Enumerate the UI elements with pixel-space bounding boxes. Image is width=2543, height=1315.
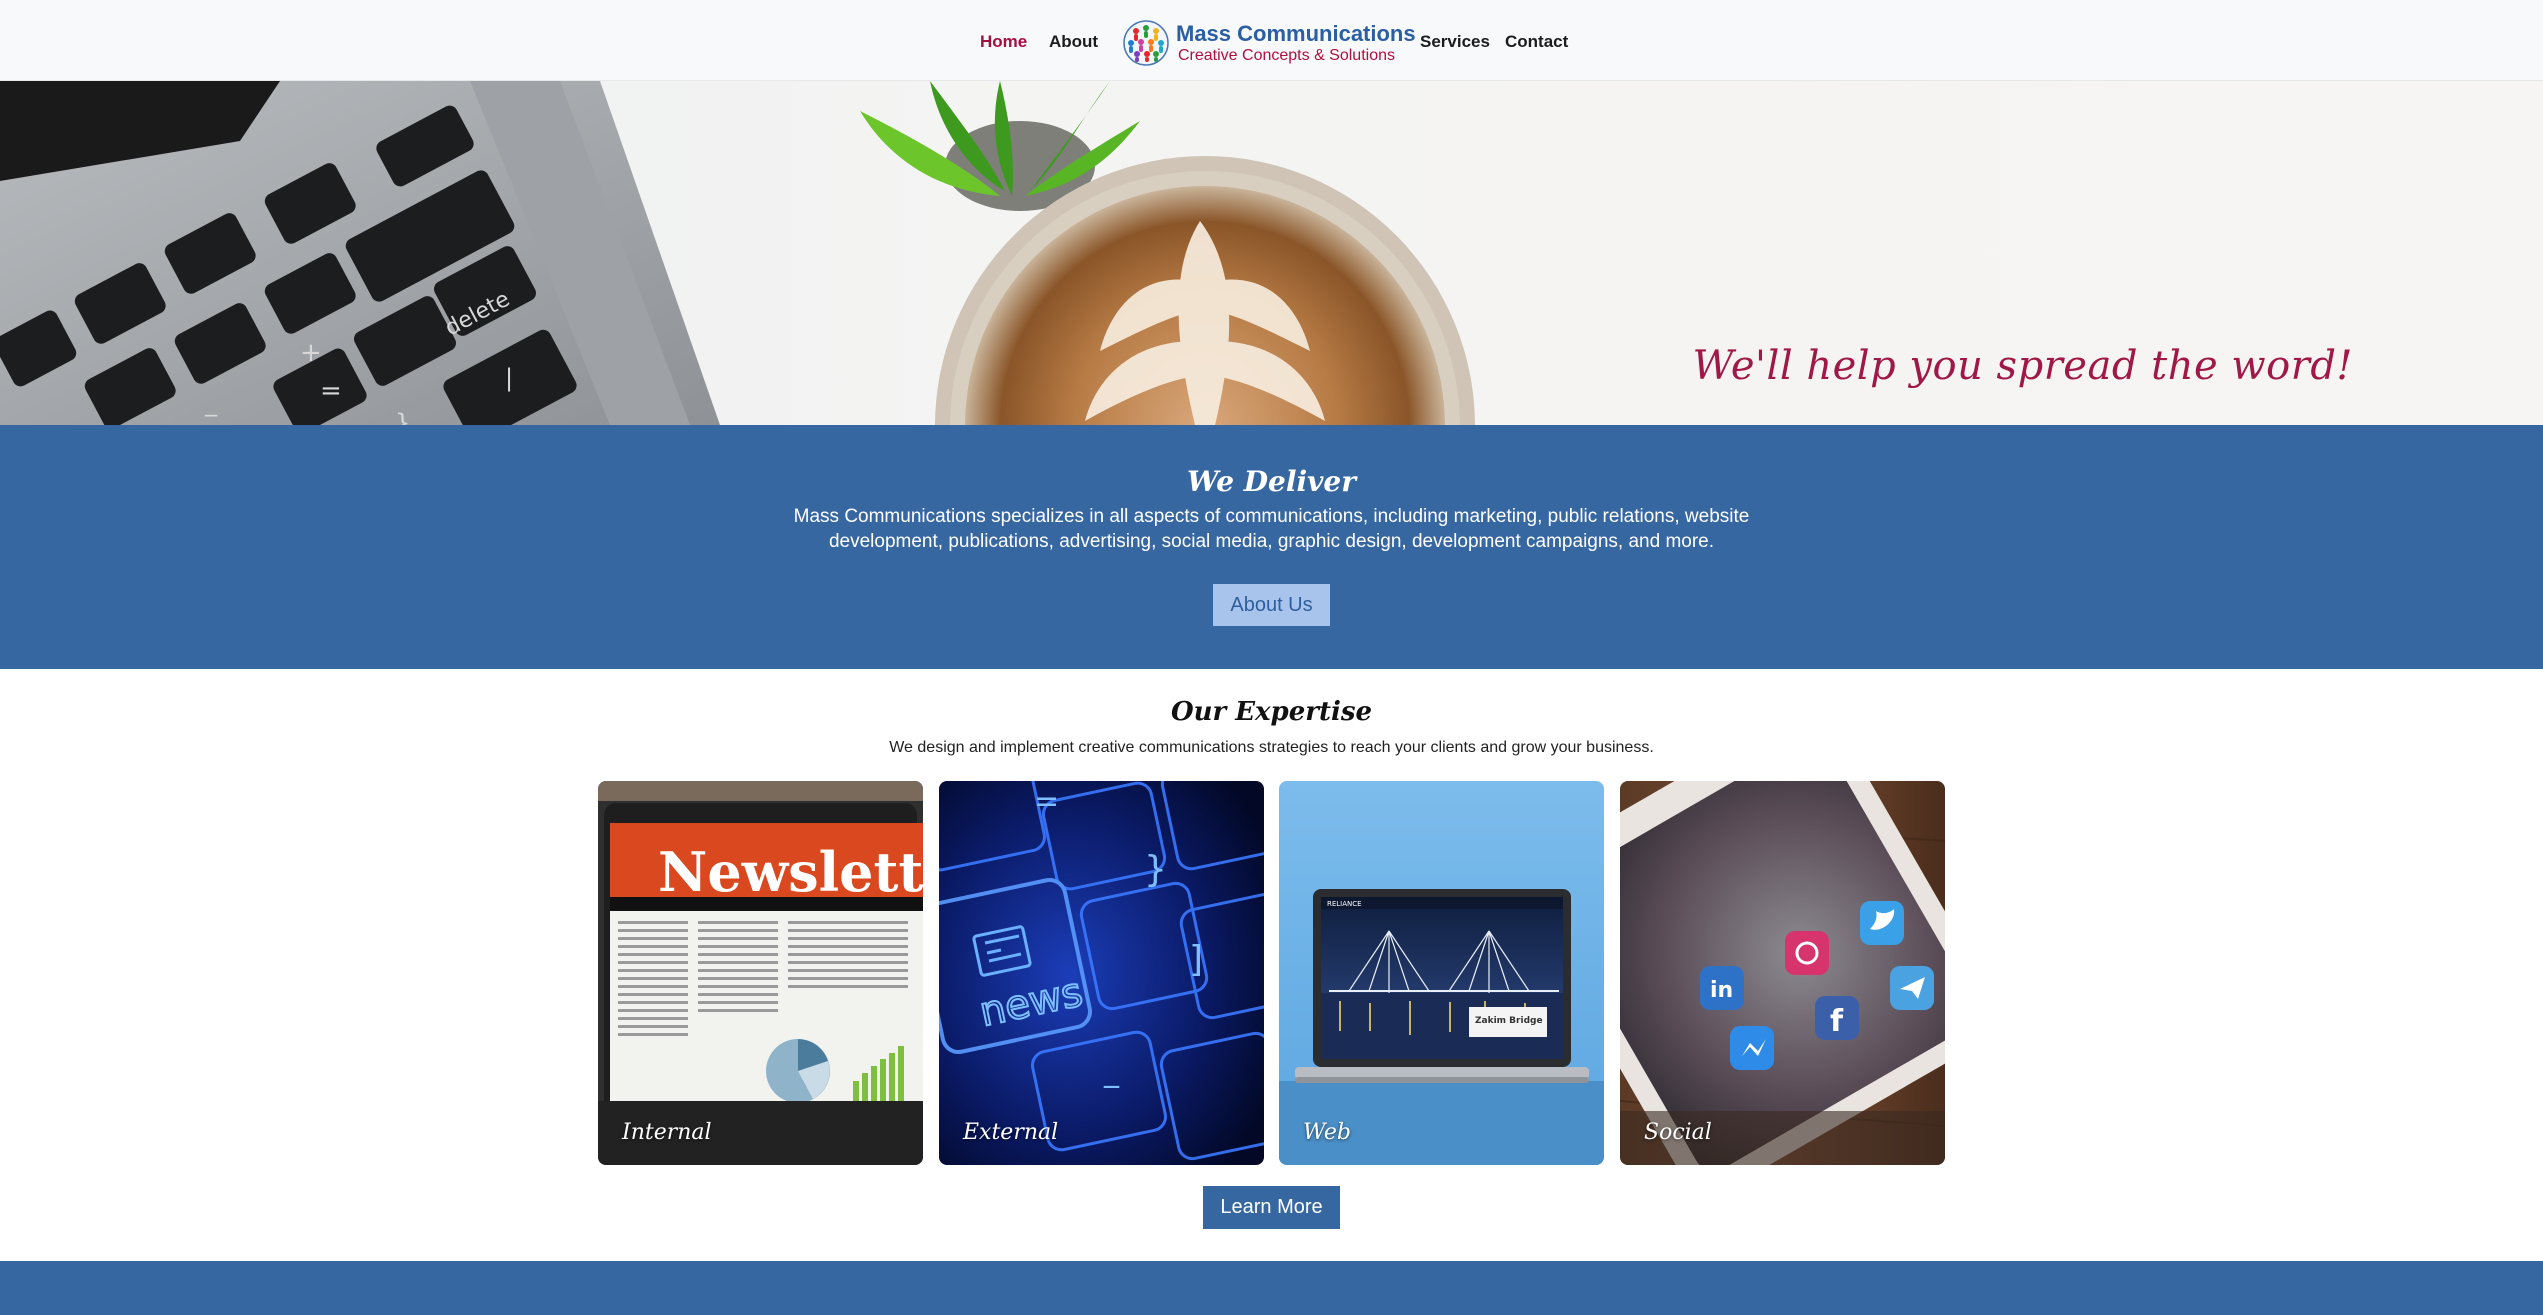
news-keyboard-image: news } ] = _ — [939, 781, 1264, 1165]
svg-text:RELIANCE: RELIANCE — [1327, 900, 1362, 908]
globe-people-icon — [1123, 20, 1169, 66]
svg-text:|: | — [505, 364, 513, 392]
card-label-social: Social — [1644, 1120, 1712, 1145]
expertise-heading: Our Expertise — [1170, 697, 1373, 727]
top-navigation: Home About Mass Communications Creative … — [0, 0, 2543, 81]
card-label-internal: Internal — [622, 1120, 712, 1145]
expertise-card-web[interactable]: RELIANCE Zakim Bridge Web — [1279, 781, 1604, 1165]
phone-social-apps-image: in f — [1620, 781, 1945, 1165]
laptop-website-image: RELIANCE Zakim Bridge — [1279, 781, 1604, 1165]
svg-text:_: _ — [204, 389, 218, 417]
svg-text:=: = — [320, 376, 342, 406]
nav-link-about[interactable]: About — [1049, 32, 1098, 52]
svg-text:}: } — [1144, 849, 1167, 890]
expertise-card-internal[interactable]: Newsletter — [598, 781, 923, 1165]
card-label-external: External — [963, 1120, 1059, 1145]
card-label-web: Web — [1303, 1120, 1351, 1145]
deliver-description: Mass Communications specializes in all a… — [793, 506, 1750, 552]
nav-link-contact[interactable]: Contact — [1505, 32, 1568, 52]
expertise-subtitle: We design and implement creative communi… — [889, 739, 1654, 756]
hero-tagline: We'll help you spread the word! — [1692, 343, 2353, 389]
our-expertise-section: Our Expertise We design and implement cr… — [0, 669, 2543, 1261]
brand-tagline: Creative Concepts & Solutions — [1178, 46, 1395, 64]
expertise-card-social[interactable]: in f Social — [1620, 781, 1945, 1165]
nav-link-home[interactable]: Home — [980, 32, 1027, 52]
footer-bar — [0, 1261, 2543, 1315]
svg-text:+: + — [300, 338, 322, 368]
we-deliver-section: We Deliver Mass Communications specializ… — [0, 425, 2543, 669]
newsletter-tablet-image: Newsletter — [598, 781, 923, 1165]
hero-banner: delete + = _ } | We'll help you spread t — [0, 81, 2543, 425]
learn-more-button[interactable]: Learn More — [1203, 1186, 1340, 1229]
svg-text:=: = — [1034, 784, 1059, 819]
svg-text:]: ] — [1189, 939, 1203, 980]
about-us-button[interactable]: About Us — [1213, 584, 1330, 626]
brand-name: Mass Communications — [1176, 20, 1416, 46]
svg-text:f: f — [1830, 1004, 1844, 1039]
svg-text:in: in — [1710, 978, 1733, 1003]
svg-text:_: _ — [1103, 1054, 1120, 1089]
expertise-card-external[interactable]: news } ] = _ External — [939, 781, 1264, 1165]
svg-text:}: } — [395, 409, 410, 425]
nav-link-services[interactable]: Services — [1420, 32, 1490, 52]
newsletter-image-text: Newsletter — [658, 840, 923, 904]
zakim-bridge-image-text: Zakim Bridge — [1475, 1016, 1543, 1026]
deliver-heading: We Deliver — [1187, 465, 1356, 498]
brand-logo[interactable]: Mass Communications Creative Concepts & … — [1122, 18, 1416, 68]
